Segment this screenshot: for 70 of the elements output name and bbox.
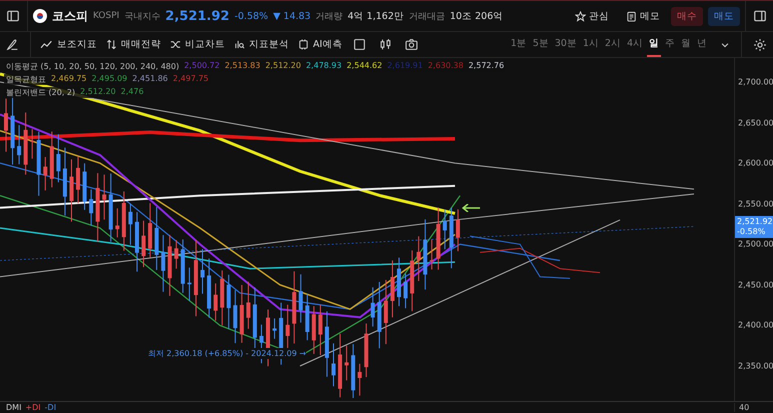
indicator-value: 2,513.83 — [224, 61, 260, 72]
stat-value: 10조 206억 — [450, 10, 504, 22]
indicator-value: 2,469.75 — [51, 74, 87, 85]
chip-icon — [298, 39, 309, 50]
indicator-value: 2,478.93 — [306, 61, 342, 72]
action-button[interactable]: 관심 — [569, 6, 615, 26]
price-tick: 2,400.00 — [738, 320, 773, 330]
price-tick: 2,450.00 — [738, 280, 773, 290]
price-tick: 2,600.00 — [738, 158, 773, 168]
sort-arrows-icon — [106, 39, 117, 50]
shuffle-icon — [170, 39, 181, 50]
toolbar-button[interactable]: 매매전략 — [106, 38, 161, 51]
current-price-tag: 2,521.92 -0.58% — [735, 216, 773, 238]
interval-tab[interactable]: 5분 — [530, 32, 551, 57]
indicator-value: 2,512.20 — [265, 61, 301, 72]
interval-tab[interactable]: 일 — [647, 32, 661, 57]
indicator-value: 2,497.75 — [172, 74, 208, 85]
current-price: 2,521.92 — [165, 8, 230, 24]
action-button[interactable]: 메모 — [620, 6, 666, 26]
interval-tab[interactable]: 년 — [695, 32, 709, 57]
stat-value: 4억 1,162만 — [348, 10, 404, 22]
dmi-tick: 40 — [734, 403, 773, 412]
toolbar-button[interactable]: 보조지표 — [40, 38, 97, 51]
minus-di-label: -DI — [44, 403, 56, 412]
price-tick: 2,650.00 — [738, 118, 773, 128]
interval-tab[interactable]: 2시 — [602, 32, 623, 57]
change-amount: ▼ 14.83 — [273, 10, 311, 22]
price-tick: 2,350.00 — [738, 361, 773, 370]
indicator-value: 2,630.38 — [428, 61, 464, 72]
toolbar-button[interactable]: AI예측 — [298, 38, 342, 51]
change-percent: -0.58% — [234, 10, 268, 22]
interval-tab[interactable]: 4시 — [624, 32, 645, 57]
price-tick: 2,700.00 — [738, 78, 773, 86]
stat-label: 거래량 — [316, 10, 343, 22]
star-icon — [575, 10, 586, 22]
indicator-value: 2,495.09 — [92, 74, 128, 85]
indicator-title: 일목균형표 — [6, 74, 46, 85]
indicator-value: 2,572.76 — [468, 61, 504, 72]
price-tick: 2,500.00 — [738, 240, 773, 249]
indicator-value: 2,500.72 — [184, 61, 220, 72]
indicator-value: 2,512.20 — [80, 87, 116, 98]
interval-tab[interactable]: 월 — [679, 32, 693, 57]
flag-icon — [33, 9, 47, 23]
interval-tab[interactable]: 30분 — [552, 32, 579, 57]
dmi-label: DMI — [6, 403, 22, 412]
plus-di-label: +DI — [25, 403, 41, 412]
toolbar-button[interactable]: 지표분석 — [234, 38, 289, 51]
indicator-value: 2,544.62 — [346, 61, 382, 72]
toolbar-button[interactable]: 비교차트 — [170, 38, 225, 51]
camera-icon[interactable] — [403, 36, 420, 53]
interval-tab[interactable]: 1분 — [508, 32, 529, 57]
arrow-icon — [462, 204, 480, 212]
indicator-value: 2,476 — [120, 87, 144, 98]
low-price-note: 최저 2,360.18 (+6.85%) - 2024.12.09 → — [148, 348, 306, 359]
stat-label: 거래대금 — [408, 10, 445, 22]
interval-tab[interactable]: 주 — [663, 32, 677, 57]
stock-name: 코스피 — [52, 8, 88, 24]
market-label: 국내지수 — [124, 10, 160, 22]
clipboard-icon — [626, 10, 637, 22]
indicator-value: 2,451.86 — [132, 74, 168, 85]
indicator-value: 2,619.91 — [387, 61, 423, 72]
stock-code: KOSPI — [93, 11, 120, 21]
indicator-title: 이동평균 (5, 10, 20, 50, 120, 200, 240, 480) — [6, 61, 180, 72]
magnifier-chart-icon — [234, 39, 245, 50]
line-chart-icon — [40, 39, 53, 50]
sell-button[interactable]: 매도 — [708, 6, 740, 26]
interval-tab[interactable]: 1시 — [580, 32, 601, 57]
indicator-title: 볼린저밴드 (20, 2) — [6, 87, 76, 98]
price-tick: 2,550.00 — [738, 199, 773, 208]
buy-button[interactable]: 매수 — [671, 6, 703, 26]
